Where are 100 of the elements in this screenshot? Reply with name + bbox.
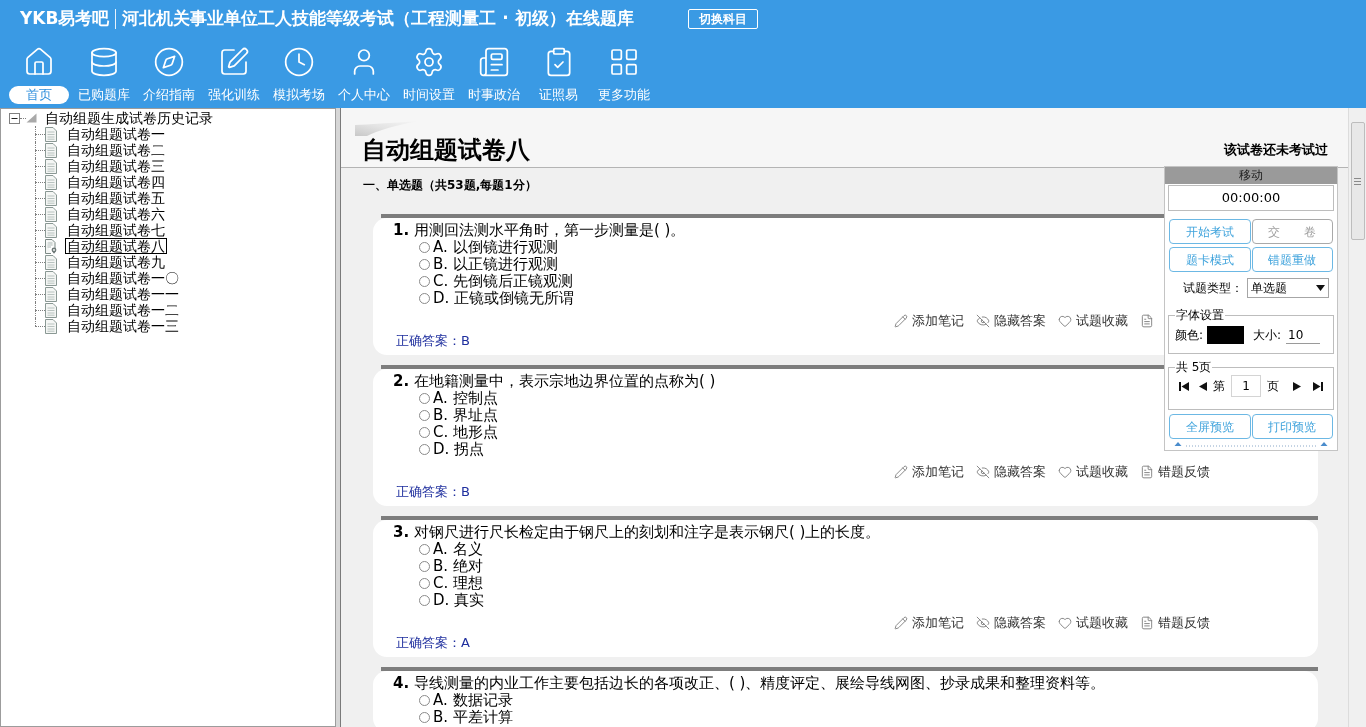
correct-answer: 正确答案：B <box>396 332 470 349</box>
tree-item[interactable]: 自动组题试卷二 <box>65 142 167 158</box>
tree-root-label[interactable]: 自动组题生成试卷历史记录 <box>45 110 213 126</box>
tree-item[interactable]: 自动组题试卷八 <box>65 238 167 254</box>
add-note-button[interactable]: 添加笔记 <box>894 463 964 480</box>
move-handle[interactable]: 移动 <box>1165 167 1337 184</box>
tree-item[interactable]: 自动组题试卷一〇 <box>65 270 181 286</box>
font-settings-legend: 字体设置 <box>1175 307 1225 323</box>
option-text: A. 以倒镜进行观测 <box>433 239 558 256</box>
collapse-icon[interactable] <box>9 112 20 124</box>
radio-button[interactable] <box>419 410 430 421</box>
radio-button[interactable] <box>419 242 430 253</box>
correct-answer: 正确答案：A <box>396 634 470 651</box>
pencil-icon <box>894 615 908 630</box>
tree-item[interactable]: 自动组题试卷一 <box>65 126 167 142</box>
last-page-icon[interactable] <box>1313 381 1323 391</box>
document-icon <box>1140 615 1154 630</box>
page-field[interactable]: 1 <box>1231 375 1261 397</box>
option-text: C. 地形点 <box>433 424 498 441</box>
tree-item[interactable]: 自动组题试卷三 <box>65 158 167 174</box>
exam-title: 自动组题试卷八 <box>362 135 530 164</box>
question-text: 2. 在地籍测量中，表示宗地边界位置的点称为( ) <box>393 373 716 390</box>
first-page-icon[interactable] <box>1179 381 1189 391</box>
tree-item[interactable]: 自动组题试卷六 <box>65 206 167 222</box>
feedback-button[interactable]: 错题反馈 <box>1140 463 1210 480</box>
eye-off-icon <box>976 464 990 479</box>
document-icon <box>45 206 57 222</box>
option-text: A. 控制点 <box>433 390 498 407</box>
color-swatch-icon[interactable] <box>1207 326 1245 344</box>
tree-item[interactable]: 自动组题试卷一二 <box>65 302 181 318</box>
feedback-button[interactable]: 错题反馈 <box>1140 614 1210 631</box>
radio-button[interactable] <box>419 561 430 572</box>
favorite-button[interactable]: 试题收藏 <box>1058 312 1128 329</box>
favorite-button[interactable]: 试题收藏 <box>1058 614 1128 631</box>
pencil-icon <box>894 313 908 328</box>
color-label: 颜色: <box>1175 327 1204 344</box>
document-icon <box>45 254 57 270</box>
heart-icon <box>1058 464 1072 479</box>
radio-button[interactable] <box>419 544 430 555</box>
option-text: C. 先倒镜后正镜观测 <box>433 273 573 290</box>
heart-icon <box>1058 615 1072 630</box>
radio-button[interactable] <box>419 712 430 723</box>
option-text: D. 拐点 <box>433 441 485 458</box>
eye-off-icon <box>976 615 990 630</box>
document-icon <box>45 318 57 334</box>
heart-icon <box>1058 313 1072 328</box>
document-icon[interactable] <box>1140 313 1154 328</box>
document-icon <box>45 174 57 190</box>
document-icon <box>45 270 57 286</box>
question-type-label: 试题类型： <box>1183 280 1243 297</box>
exam-status: 该试卷还未考试过 <box>1224 140 1328 159</box>
radio-button[interactable] <box>419 444 430 455</box>
timer-display: 00:00:00 <box>1168 185 1334 211</box>
hide-answer-button[interactable]: 隐藏答案 <box>976 463 1046 480</box>
radio-button[interactable] <box>419 259 430 270</box>
document-icon <box>45 222 57 238</box>
document-icon <box>1140 464 1154 479</box>
radio-button[interactable] <box>419 578 430 589</box>
add-note-button[interactable]: 添加笔记 <box>894 312 964 329</box>
document-icon <box>45 158 57 174</box>
tree-item[interactable]: 自动组题试卷五 <box>65 190 167 206</box>
option-text: D. 正镜或倒镜无所谓 <box>433 290 575 307</box>
page-suffix: 页 <box>1267 378 1279 395</box>
tree-item[interactable]: 自动组题试卷一一 <box>65 286 181 302</box>
caret-icon <box>1316 285 1325 291</box>
compass-icon[interactable] <box>152 46 185 78</box>
radio-button[interactable] <box>419 427 430 438</box>
nav-tab[interactable]: 首页 <box>8 86 69 104</box>
tree-item[interactable]: 自动组题试卷一三 <box>65 318 181 334</box>
radio-button[interactable] <box>419 293 430 304</box>
next-page-icon[interactable] <box>1293 381 1301 391</box>
option-text: A. 数据记录 <box>433 692 513 709</box>
font-size-field[interactable]: 10 <box>1286 326 1321 344</box>
scrollbar-track[interactable] <box>1348 108 1366 727</box>
newspaper-icon[interactable] <box>477 46 510 78</box>
hide-answer-button[interactable]: 隐藏答案 <box>976 614 1046 631</box>
size-label: 大小: <box>1253 327 1282 344</box>
radio-button[interactable] <box>419 276 430 287</box>
document-icon <box>45 302 57 318</box>
document-icon <box>45 190 57 206</box>
scrollbar-thumb[interactable] <box>1350 122 1365 240</box>
add-note-button[interactable]: 添加笔记 <box>894 614 964 631</box>
question-text: 4. 导线测量的内业工作主要包括边长的各项改正、( )、精度评定、展绘导线网图、抄录成果和整理资料等。 <box>393 675 1106 692</box>
question-type-select[interactable]: 单选题 <box>1247 278 1329 298</box>
previous-page-icon[interactable] <box>1199 381 1207 391</box>
radio-button[interactable] <box>419 595 430 606</box>
favorite-button[interactable]: 试题收藏 <box>1058 463 1128 480</box>
option-text: B. 以正镜进行观测 <box>433 256 558 273</box>
radio-button[interactable] <box>419 695 430 706</box>
tree-item[interactable]: 自动组题试卷七 <box>65 222 167 238</box>
page-prefix: 第 <box>1213 378 1225 395</box>
pencil-icon <box>894 464 908 479</box>
option-text: B. 平差计算 <box>433 709 513 726</box>
app-logo: YKB易考吧 <box>20 7 110 31</box>
clock-icon[interactable] <box>282 46 315 78</box>
hide-answer-button[interactable]: 隐藏答案 <box>976 312 1046 329</box>
question-text: 1. 用测回法测水平角时，第一步测量是( )。 <box>393 222 686 239</box>
tree-item[interactable]: 自动组题试卷九 <box>65 254 167 270</box>
radio-button[interactable] <box>419 393 430 404</box>
tree-item[interactable]: 自动组题试卷四 <box>65 174 167 190</box>
